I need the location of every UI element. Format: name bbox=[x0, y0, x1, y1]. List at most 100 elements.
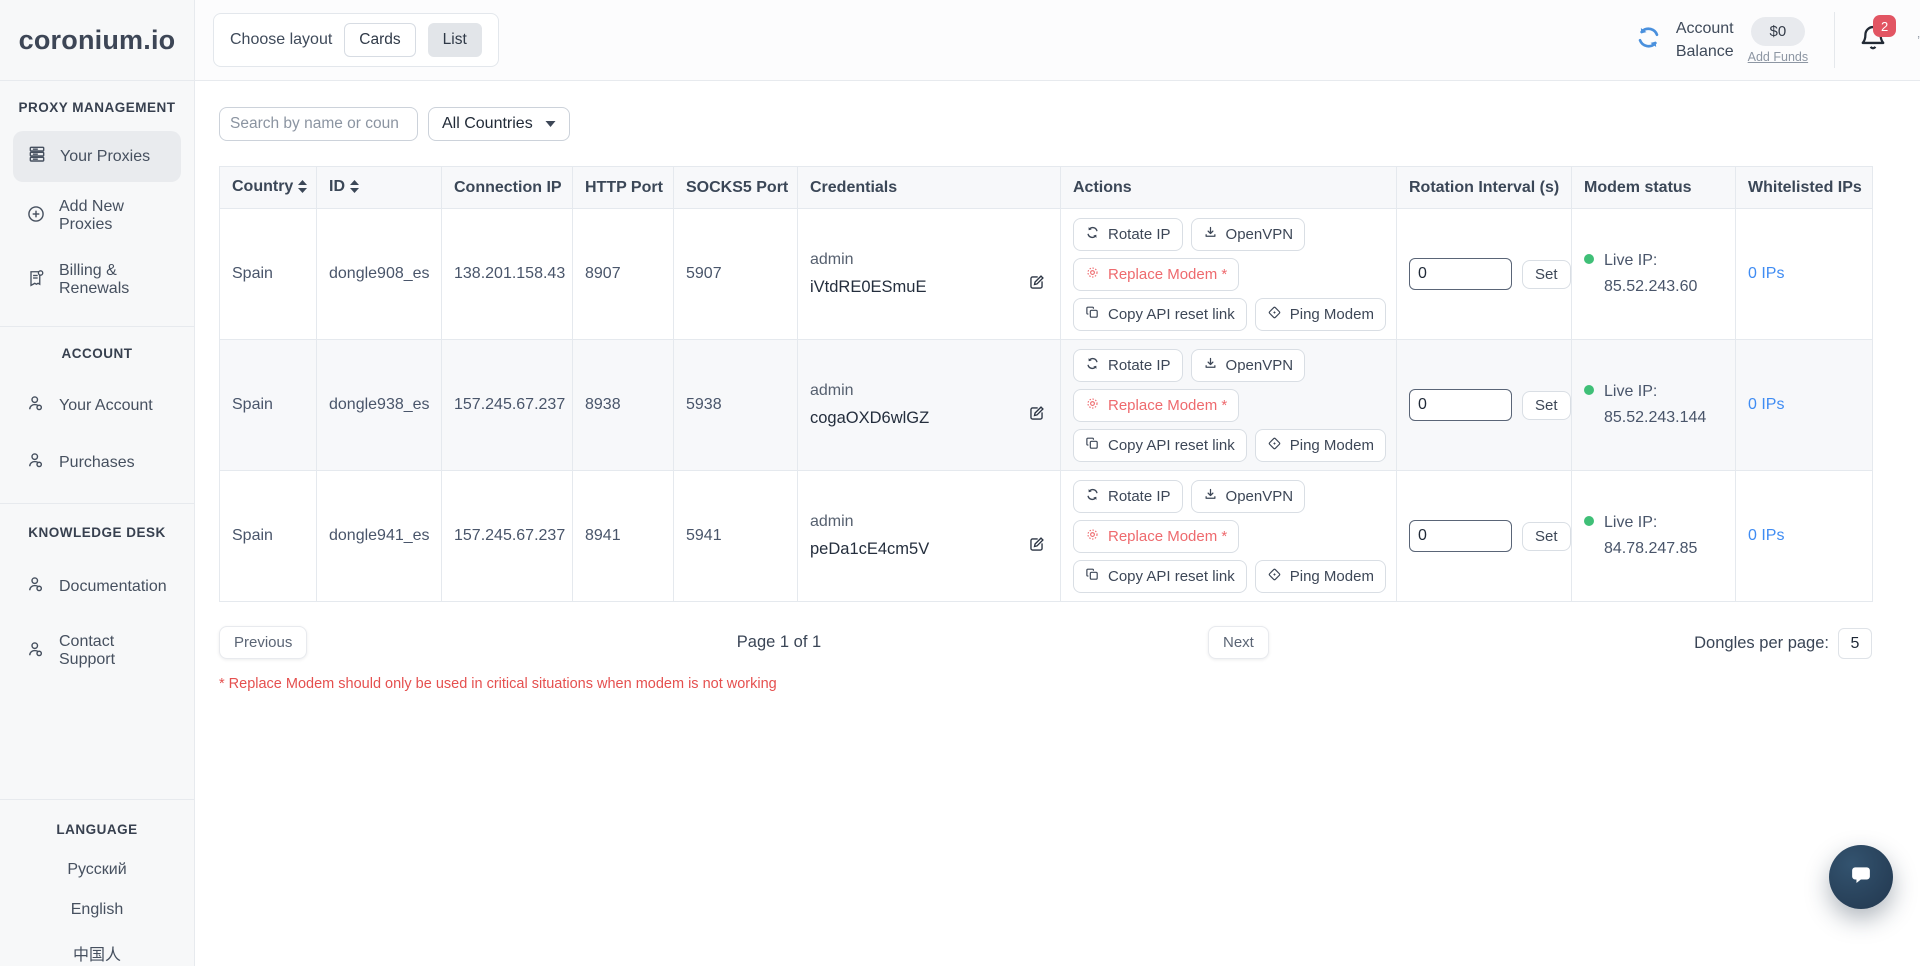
sidebar-item-label: Billing & Renewals bbox=[59, 262, 130, 297]
column-header-country[interactable]: Country bbox=[219, 166, 317, 209]
credentials-username: admin bbox=[810, 251, 854, 268]
rotation-interval-input[interactable] bbox=[1409, 389, 1512, 421]
edit-credentials-icon[interactable] bbox=[1027, 535, 1046, 559]
topbar: Choose layout Cards List Account Balance… bbox=[195, 0, 1920, 80]
cell-connection-ip: 138.201.158.43 bbox=[441, 208, 573, 340]
edit-credentials-icon[interactable] bbox=[1027, 404, 1046, 428]
copy-api-reset-link-button[interactable]: Copy API reset link bbox=[1073, 297, 1247, 331]
sidebar-item-billing-renewals[interactable]: Billing & Renewals bbox=[12, 252, 182, 308]
bell-icon bbox=[1857, 26, 1889, 59]
live-ip-label: Live IP: bbox=[1604, 513, 1658, 531]
rotation-interval-input[interactable] bbox=[1409, 520, 1512, 552]
rotate-ip-button[interactable]: Rotate IP bbox=[1073, 479, 1183, 513]
replace-modem-button[interactable]: Replace Modem * bbox=[1073, 257, 1240, 291]
table-row: Spain dongle908_es 138.201.158.43 8907 5… bbox=[219, 208, 1873, 340]
sidebar-item-contact-support[interactable]: Contact Support bbox=[12, 623, 182, 679]
topbar-right: Account Balance $0 Add Funds 2 ’ bbox=[1635, 12, 1920, 68]
rotate-ip-button[interactable]: Rotate IP bbox=[1073, 217, 1183, 251]
next-page-button[interactable]: Next bbox=[1208, 626, 1269, 659]
country-filter-value: All Countries bbox=[442, 115, 533, 132]
notifications-bell-button[interactable]: 2 bbox=[1857, 15, 1897, 59]
cards-layout-button[interactable]: Cards bbox=[344, 23, 416, 57]
cell-http-port: 8938 bbox=[572, 339, 674, 471]
previous-page-button[interactable]: Previous bbox=[219, 626, 308, 659]
live-ip-label: Live IP: bbox=[1604, 251, 1658, 269]
ping-modem-button[interactable]: Ping Modem bbox=[1254, 297, 1386, 331]
pagination-bar: Previous Page 1 of 1 Next Dongles per pa… bbox=[219, 626, 1872, 662]
proxies-table: Country ID Connection IP HTTP Port SOCKS… bbox=[219, 166, 1873, 602]
column-header-id[interactable]: ID bbox=[316, 166, 442, 209]
refresh-balance-icon[interactable] bbox=[1635, 24, 1662, 56]
user-icon bbox=[26, 574, 46, 599]
rotate-ip-button[interactable]: Rotate IP bbox=[1073, 348, 1183, 382]
edit-credentials-icon[interactable] bbox=[1027, 273, 1046, 297]
rotate-icon bbox=[1085, 356, 1100, 375]
server-icon bbox=[27, 144, 47, 169]
credentials-password: iVtdRE0ESmuE bbox=[810, 278, 927, 296]
sidebar-item-add-new-proxies[interactable]: Add New Proxies bbox=[12, 188, 182, 244]
set-rotation-button[interactable]: Set bbox=[1522, 521, 1571, 551]
status-online-dot bbox=[1584, 384, 1594, 395]
country-filter-select[interactable]: All Countries bbox=[428, 107, 570, 141]
language-option-chinese[interactable]: 中国人 bbox=[0, 941, 194, 965]
rotate-icon bbox=[1085, 225, 1100, 244]
set-rotation-button[interactable]: Set bbox=[1522, 259, 1571, 289]
column-header-rotation-interval: Rotation Interval (s) bbox=[1396, 166, 1572, 209]
divider bbox=[0, 799, 194, 800]
cell-id: dongle941_es bbox=[316, 470, 442, 602]
search-input[interactable] bbox=[219, 107, 418, 141]
gear-icon bbox=[1085, 265, 1100, 284]
sidebar-item-purchases[interactable]: Purchases bbox=[12, 440, 182, 485]
openvpn-download-button[interactable]: OpenVPN bbox=[1190, 479, 1306, 513]
credentials-password: cogaOXD6wlGZ bbox=[810, 409, 930, 427]
table-body: Spain dongle908_es 138.201.158.43 8907 5… bbox=[219, 208, 1873, 602]
sidebar-item-documentation[interactable]: Documentation bbox=[12, 564, 182, 609]
sidebar-item-your-proxies[interactable]: Your Proxies bbox=[13, 131, 181, 182]
set-rotation-button[interactable]: Set bbox=[1522, 390, 1571, 420]
cell-id: dongle908_es bbox=[316, 208, 442, 340]
gear-icon bbox=[1085, 527, 1100, 546]
balance-box: $0 Add Funds bbox=[1748, 16, 1808, 64]
openvpn-download-button[interactable]: OpenVPN bbox=[1190, 217, 1306, 251]
sidebar-item-label: Add New Proxies bbox=[59, 198, 124, 233]
whitelisted-ips-link[interactable]: 0 IPs bbox=[1748, 527, 1784, 544]
copy-api-reset-link-button[interactable]: Copy API reset link bbox=[1073, 428, 1247, 462]
whitelisted-ips-link[interactable]: 0 IPs bbox=[1748, 396, 1784, 413]
rotation-interval-input[interactable] bbox=[1409, 258, 1512, 290]
balance-amount: $0 bbox=[1750, 16, 1806, 46]
sidebar-item-your-account[interactable]: Your Account bbox=[12, 383, 182, 428]
language-option-russian[interactable]: Русский bbox=[0, 861, 194, 879]
credentials-password: peDa1cE4cm5V bbox=[810, 540, 930, 558]
cell-credentials: admin peDa1cE4cm5V bbox=[797, 470, 1061, 602]
language-option-english[interactable]: English bbox=[0, 901, 194, 919]
account-balance-label-line1: Account bbox=[1675, 19, 1734, 37]
openvpn-download-button[interactable]: OpenVPN bbox=[1190, 348, 1306, 382]
cell-actions: Rotate IP OpenVPN Replace Modem * Copy A… bbox=[1060, 470, 1397, 602]
column-header-modem-status: Modem status bbox=[1571, 166, 1736, 209]
cell-http-port: 8941 bbox=[572, 470, 674, 602]
add-funds-link[interactable]: Add Funds bbox=[1748, 50, 1808, 64]
ping-modem-button[interactable]: Ping Modem bbox=[1254, 428, 1386, 462]
copy-api-reset-link-button[interactable]: Copy API reset link bbox=[1073, 559, 1247, 593]
billing-icon bbox=[26, 268, 46, 293]
list-layout-button[interactable]: List bbox=[427, 23, 482, 57]
replace-modem-button[interactable]: Replace Modem * bbox=[1073, 388, 1240, 422]
divider bbox=[0, 80, 194, 81]
live-ip-label: Live IP: bbox=[1604, 382, 1658, 400]
cell-id: dongle938_es bbox=[316, 339, 442, 471]
sidebar-item-label: Contact Support bbox=[59, 633, 116, 668]
column-header-connection-ip: Connection IP bbox=[441, 166, 573, 209]
chat-widget-button[interactable] bbox=[1829, 845, 1893, 909]
whitelisted-ips-link[interactable]: 0 IPs bbox=[1748, 265, 1784, 282]
brand-logo: coronium.io bbox=[18, 24, 176, 55]
ping-modem-button[interactable]: Ping Modem bbox=[1254, 559, 1386, 593]
cell-credentials: admin iVtdRE0ESmuE bbox=[797, 208, 1061, 340]
table-row: Spain dongle938_es 157.245.67.237 8938 5… bbox=[219, 339, 1873, 471]
per-page-input[interactable] bbox=[1838, 628, 1872, 659]
cell-country: Spain bbox=[219, 208, 317, 340]
cell-country: Spain bbox=[219, 470, 317, 602]
copy-icon bbox=[1085, 436, 1100, 455]
divider bbox=[0, 503, 194, 504]
cell-rotation-interval: Set bbox=[1396, 208, 1572, 340]
replace-modem-button[interactable]: Replace Modem * bbox=[1073, 519, 1240, 553]
